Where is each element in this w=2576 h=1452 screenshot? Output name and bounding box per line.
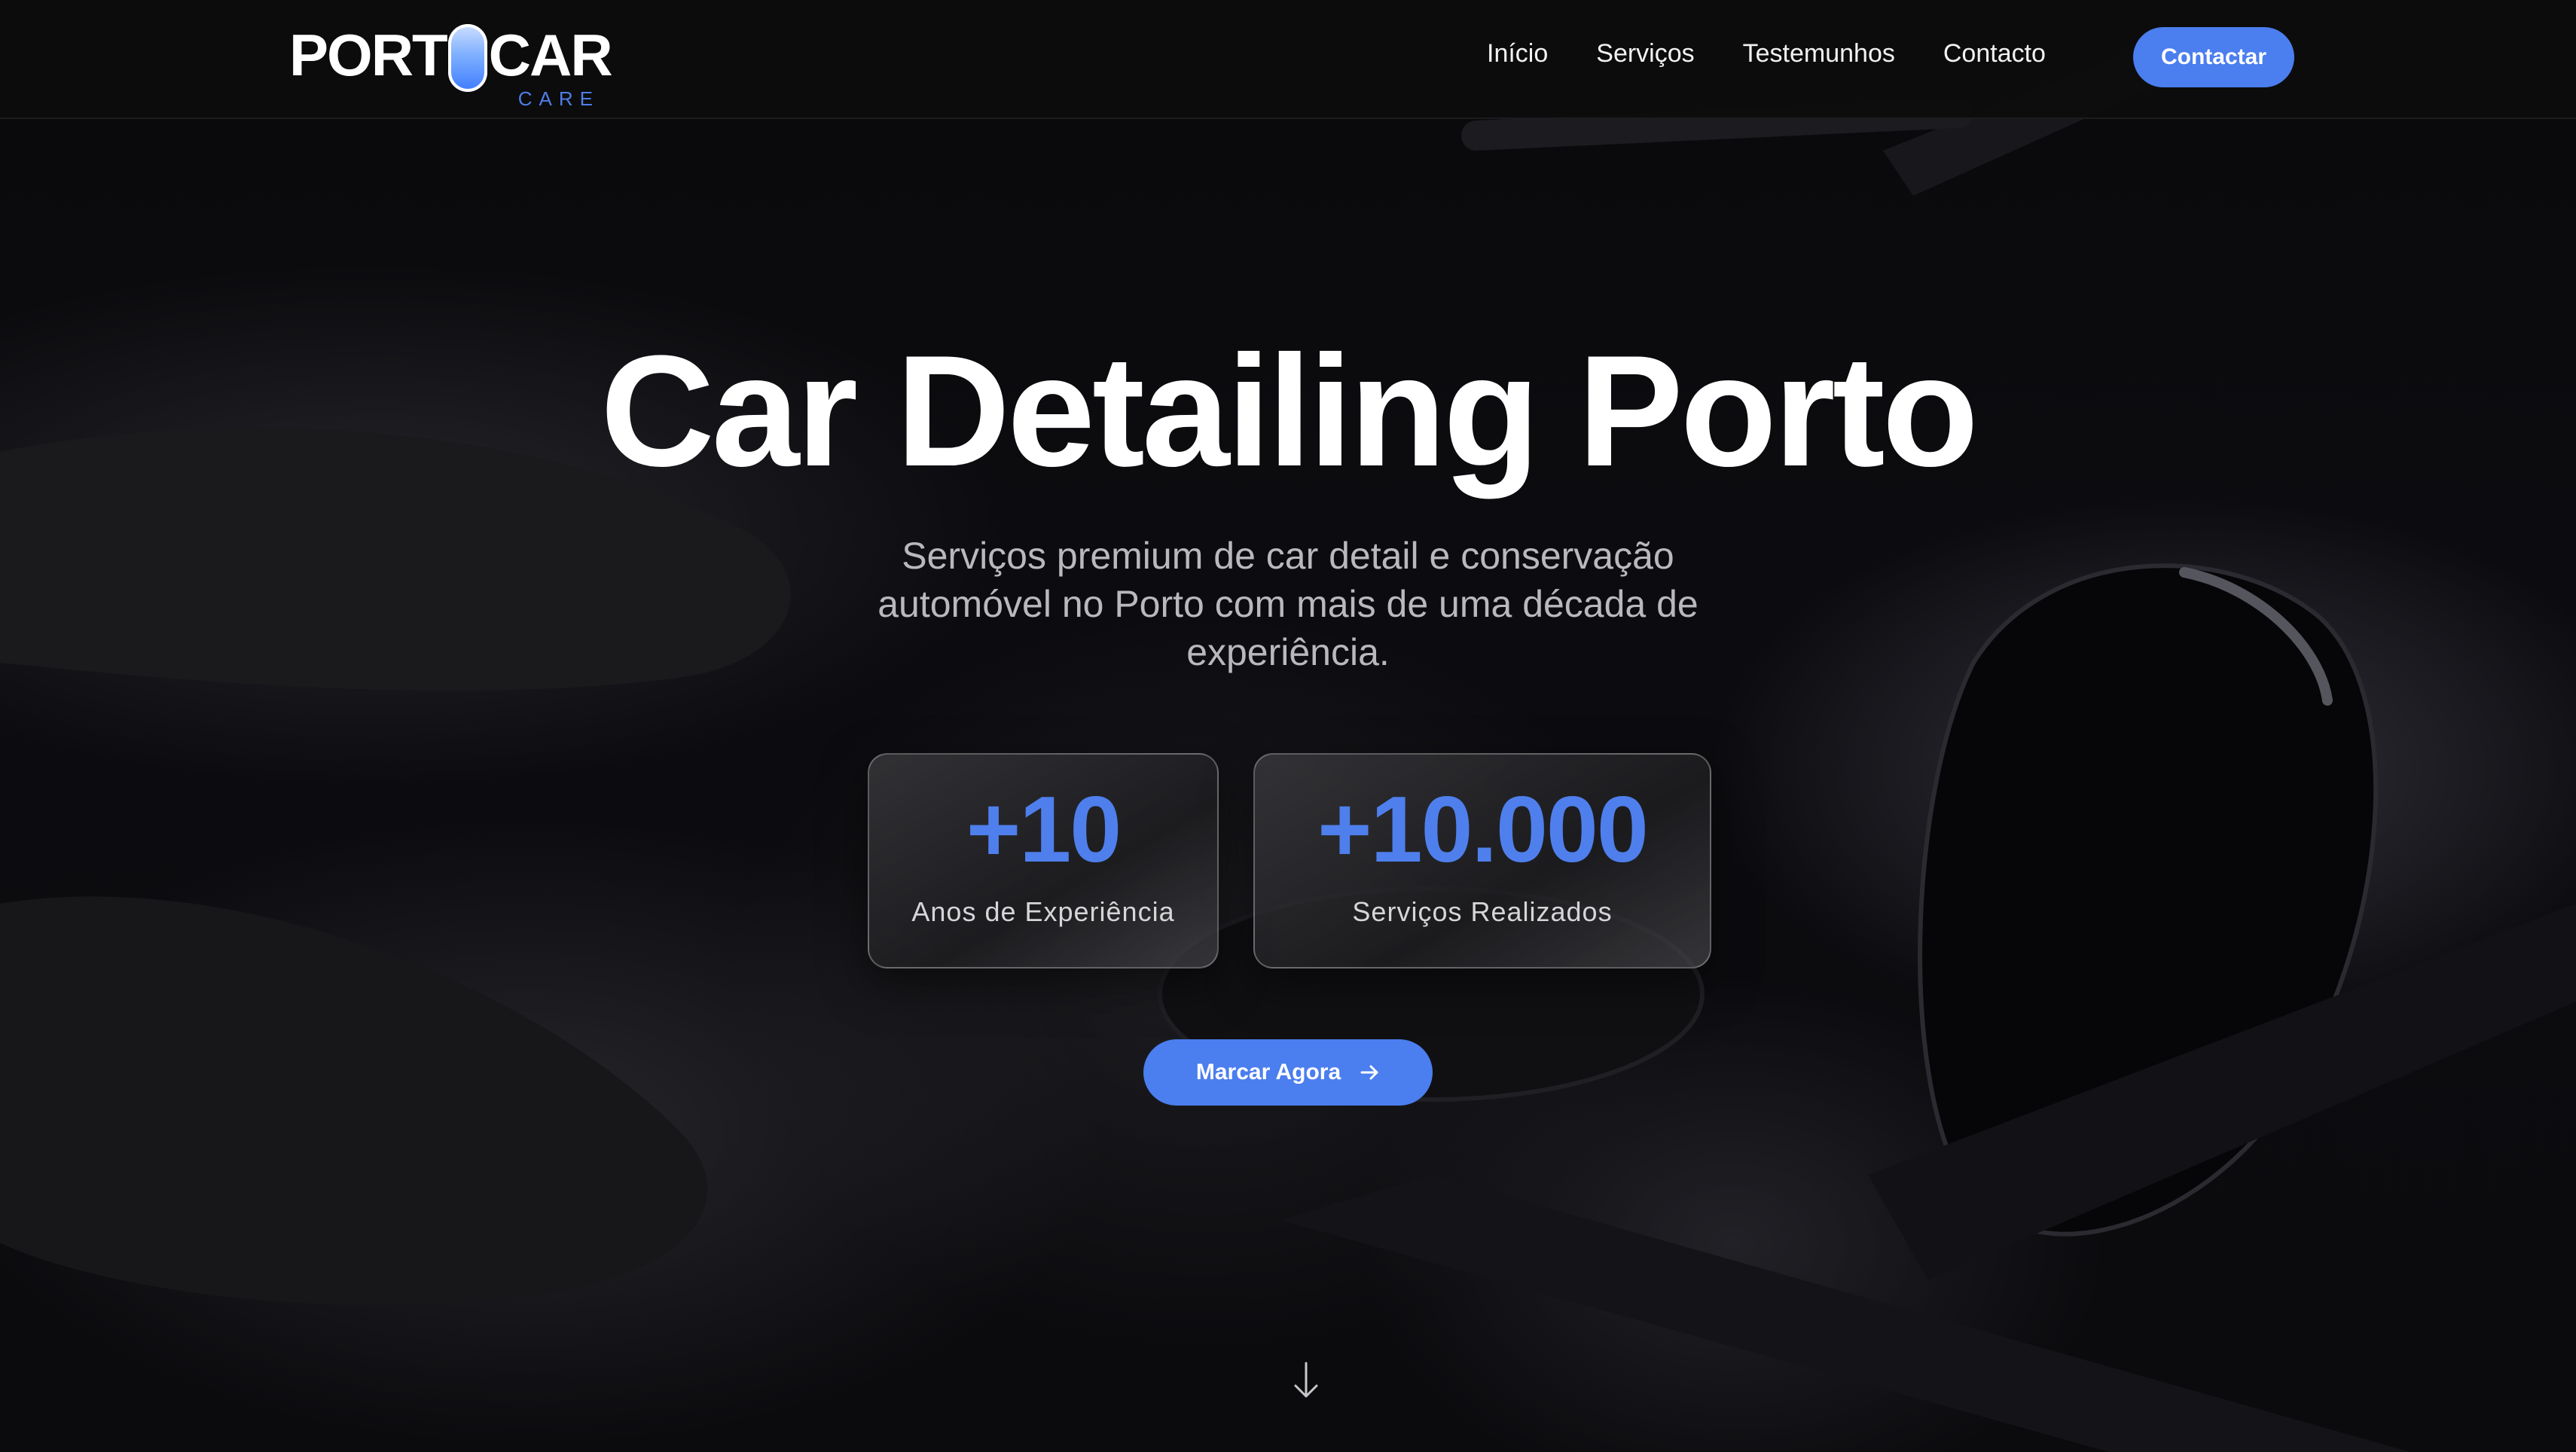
stat-label: Anos de Experiência xyxy=(911,896,1175,927)
hero-subtitle: Serviços premium de car detail e conserv… xyxy=(877,535,1699,673)
logo-wordmark: PORT CAR xyxy=(289,21,613,92)
nav-link-testemunhos[interactable]: Testemunhos xyxy=(1743,39,1895,69)
stat-value: +10.000 xyxy=(1317,778,1649,882)
hero-title: Car Detailing Porto xyxy=(600,322,1979,499)
logo-o-icon xyxy=(447,24,487,92)
stat-label: Serviços Realizados xyxy=(1352,896,1613,927)
landing-page: PORT CAR CARE Início Serviços Testemunhos… xyxy=(0,0,2576,1452)
arrow-down-icon[interactable] xyxy=(1290,1360,1323,1402)
arrow-right-icon xyxy=(1360,1064,1380,1081)
nav-link-servicos[interactable]: Serviços xyxy=(1596,39,1694,69)
stat-value: +10 xyxy=(966,778,1122,882)
nav-link-contacto[interactable]: Contacto xyxy=(1943,39,2046,69)
nav-link-inicio[interactable]: Início xyxy=(1487,39,1548,69)
contact-button[interactable]: Contactar xyxy=(2133,27,2294,87)
logo-subtitle: CARE xyxy=(517,87,600,110)
navbar: PORT CAR CARE Início Serviços Testemunhos… xyxy=(0,0,2576,119)
nav-links: Início Serviços Testemunhos Contacto xyxy=(1487,39,2094,69)
stat-card-experience: +10 Anos de Experiência xyxy=(868,753,1219,969)
stat-card-services: +10.000 Serviços Realizados xyxy=(1253,753,1711,969)
logo[interactable]: PORT CAR CARE xyxy=(289,21,613,110)
book-now-button[interactable]: Marcar Agora xyxy=(1143,1039,1433,1106)
book-now-label: Marcar Agora xyxy=(1195,1060,1341,1084)
hero-background-image xyxy=(0,0,2576,1452)
